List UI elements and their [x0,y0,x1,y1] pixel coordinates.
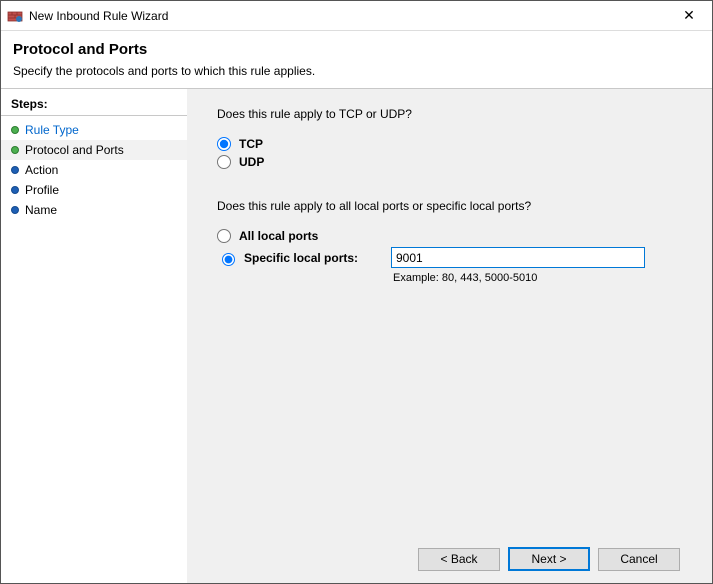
step-label: Action [25,163,58,177]
wizard-footer: < Back Next > Cancel [217,535,694,583]
bullet-icon [11,126,19,134]
step-action[interactable]: Action [1,160,187,180]
close-button[interactable]: ✕ [666,1,712,31]
back-button[interactable]: < Back [418,548,500,571]
step-profile[interactable]: Profile [1,180,187,200]
page-header: Protocol and Ports Specify the protocols… [1,31,712,88]
ports-example: Example: 80, 443, 5000-5010 [393,272,694,284]
wizard-window: New Inbound Rule Wizard ✕ Protocol and P… [0,0,713,584]
radio-specific-ports-label: Specific local ports: [244,251,358,265]
specific-ports-input[interactable] [391,247,645,268]
step-name[interactable]: Name [1,200,187,220]
radio-udp[interactable] [217,155,231,169]
window-title: New Inbound Rule Wizard [29,9,168,23]
radio-row-specific-ports[interactable]: Specific local ports: [217,247,694,268]
radio-tcp-label: TCP [239,137,263,151]
question-ports: Does this rule apply to all local ports … [217,199,694,213]
radio-tcp[interactable] [217,137,231,151]
bullet-icon [11,146,19,154]
wizard-content: Does this rule apply to TCP or UDP? TCP … [187,89,712,583]
bullet-icon [11,166,19,174]
bullet-icon [11,206,19,214]
bullet-icon [11,186,19,194]
radio-all-ports[interactable] [217,229,231,243]
content-spacer [217,290,694,535]
titlebar: New Inbound Rule Wizard ✕ [1,1,712,31]
close-icon: ✕ [683,7,695,24]
radio-all-ports-label: All local ports [239,229,318,243]
step-protocol-and-ports[interactable]: Protocol and Ports [1,140,187,160]
step-label: Name [25,203,57,217]
cancel-button[interactable]: Cancel [598,548,680,571]
step-label: Rule Type [25,123,79,137]
page-title: Protocol and Ports [13,41,700,58]
steps-label: Steps: [1,95,187,116]
radio-udp-label: UDP [239,155,264,169]
radio-specific-ports[interactable] [222,253,235,266]
step-label: Profile [25,183,59,197]
question-protocol: Does this rule apply to TCP or UDP? [217,107,694,121]
next-button[interactable]: Next > [508,547,590,571]
radio-row-udp[interactable]: UDP [217,155,694,169]
ports-radio-group: All local ports Specific local ports: Ex… [217,227,694,284]
firewall-icon [7,8,23,24]
steps-sidebar: Steps: Rule Type Protocol and Ports Acti… [1,89,187,583]
wizard-body: Steps: Rule Type Protocol and Ports Acti… [1,89,712,583]
protocol-radio-group: TCP UDP [217,135,694,173]
step-rule-type[interactable]: Rule Type [1,120,187,140]
page-subtitle: Specify the protocols and ports to which… [13,64,700,78]
radio-row-tcp[interactable]: TCP [217,137,694,151]
radio-row-all-ports[interactable]: All local ports [217,229,694,243]
step-label: Protocol and Ports [25,143,124,157]
